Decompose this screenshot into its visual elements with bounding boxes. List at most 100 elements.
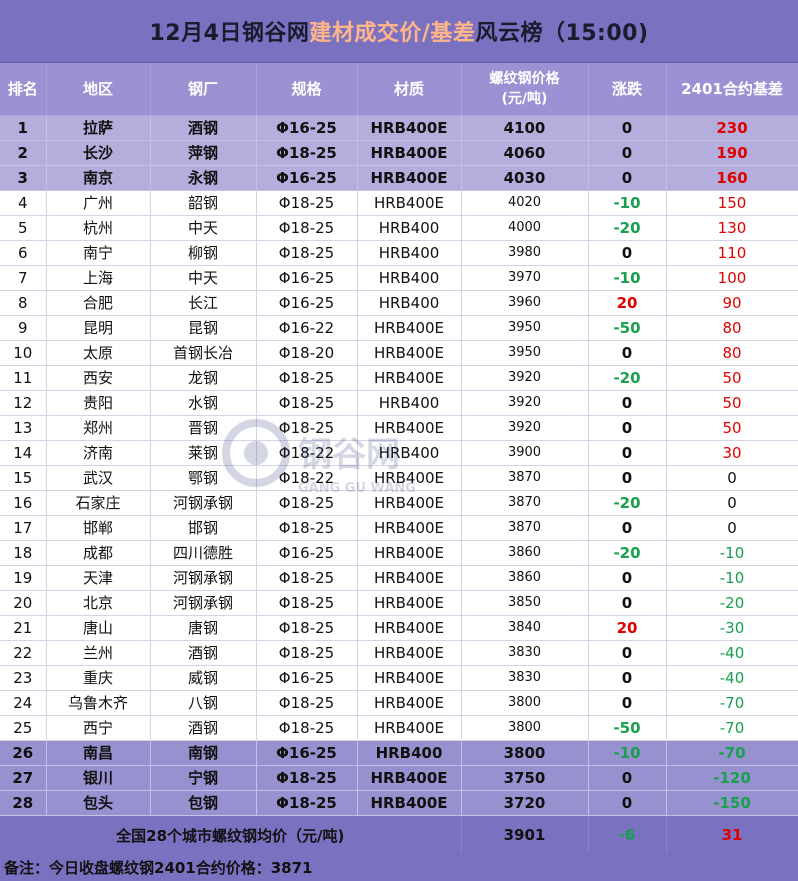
row-basis: 50: [666, 365, 798, 391]
table-row: 17 邯郸 邯钢 Φ18-25 HRB400E 3870 0 0: [0, 515, 798, 541]
row-change: -20: [588, 540, 667, 566]
row-rank: 18: [0, 540, 47, 566]
row-change: 0: [588, 390, 667, 416]
row-grade: HRB400E: [357, 190, 462, 216]
table-row: 27 银川 宁钢 Φ18-25 HRB400E 3750 0 -120: [0, 765, 798, 791]
row-mill: 长江: [150, 290, 257, 316]
row-rank: 11: [0, 365, 47, 391]
row-mill: 酒钢: [150, 115, 257, 141]
row-grade: HRB400E: [357, 565, 462, 591]
table-row: 2 长沙 萍钢 Φ18-25 HRB400E 4060 0 190: [0, 140, 798, 166]
row-city: 长沙: [46, 140, 151, 166]
row-basis: 0: [666, 490, 798, 516]
row-city: 广州: [46, 190, 151, 216]
row-rank: 20: [0, 590, 47, 616]
row-spec: Φ18-20: [256, 340, 358, 366]
row-rank: 8: [0, 290, 47, 316]
row-price: 3950: [461, 315, 589, 341]
table-row: 11 西安 龙钢 Φ18-25 HRB400E 3920 -20 50: [0, 365, 798, 391]
row-basis: -120: [666, 765, 798, 791]
row-change: 0: [588, 440, 667, 466]
row-grade: HRB400: [357, 740, 462, 766]
row-change: 0: [588, 640, 667, 666]
row-grade: HRB400E: [357, 515, 462, 541]
row-city: 包头: [46, 790, 151, 816]
row-grade: HRB400E: [357, 165, 462, 191]
row-mill: 中天: [150, 215, 257, 241]
row-city: 唐山: [46, 615, 151, 641]
header-rank: 排名: [0, 63, 47, 116]
row-rank: 26: [0, 740, 47, 766]
row-basis: -70: [666, 715, 798, 741]
summary-basis: 31: [666, 815, 798, 856]
row-spec: Φ18-25: [256, 765, 358, 791]
row-spec: Φ18-25: [256, 790, 358, 816]
row-city: 南昌: [46, 740, 151, 766]
row-grade: HRB400E: [357, 315, 462, 341]
table-row: 12 贵阳 水钢 Φ18-25 HRB400 3920 0 50: [0, 390, 798, 416]
table-row: 6 南宁 柳钢 Φ18-25 HRB400 3980 0 110: [0, 240, 798, 266]
row-price: 3870: [461, 515, 589, 541]
row-rank: 22: [0, 640, 47, 666]
row-mill: 酒钢: [150, 715, 257, 741]
row-mill: 南钢: [150, 740, 257, 766]
row-mill: 河钢承钢: [150, 590, 257, 616]
page-title: 12月4日钢谷网 建材成交价/基差 风云榜（15:00): [0, 0, 798, 63]
table-row: 21 唐山 唐钢 Φ18-25 HRB400E 3840 20 -30: [0, 615, 798, 641]
row-price: 3870: [461, 465, 589, 491]
row-change: 0: [588, 590, 667, 616]
row-grade: HRB400E: [357, 690, 462, 716]
row-mill: 河钢承钢: [150, 565, 257, 591]
row-basis: 0: [666, 515, 798, 541]
row-rank: 28: [0, 790, 47, 816]
row-price: 3980: [461, 240, 589, 266]
row-spec: Φ16-22: [256, 315, 358, 341]
row-city: 昆明: [46, 315, 151, 341]
table-row: 5 杭州 中天 Φ18-25 HRB400 4000 -20 130: [0, 215, 798, 241]
row-rank: 25: [0, 715, 47, 741]
row-change: 0: [588, 415, 667, 441]
row-city: 重庆: [46, 665, 151, 691]
row-price: 3830: [461, 640, 589, 666]
row-price: 3920: [461, 365, 589, 391]
row-city: 贵阳: [46, 390, 151, 416]
table-row: 18 成都 四川德胜 Φ16-25 HRB400E 3860 -20 -10: [0, 540, 798, 566]
row-city: 太原: [46, 340, 151, 366]
row-spec: Φ18-22: [256, 440, 358, 466]
row-spec: Φ18-25: [256, 390, 358, 416]
row-change: -50: [588, 715, 667, 741]
row-grade: HRB400E: [357, 365, 462, 391]
row-rank: 7: [0, 265, 47, 291]
row-rank: 19: [0, 565, 47, 591]
row-spec: Φ16-25: [256, 265, 358, 291]
row-grade: HRB400E: [357, 340, 462, 366]
row-city: 兰州: [46, 640, 151, 666]
row-rank: 5: [0, 215, 47, 241]
row-city: 成都: [46, 540, 151, 566]
table-row: 14 济南 莱钢 Φ18-22 HRB400 3900 0 30: [0, 440, 798, 466]
row-price: 3970: [461, 265, 589, 291]
row-price: 4000: [461, 215, 589, 241]
row-price: 3720: [461, 790, 589, 816]
row-spec: Φ18-22: [256, 465, 358, 491]
row-price: 3860: [461, 565, 589, 591]
row-basis: 190: [666, 140, 798, 166]
row-rank: 21: [0, 615, 47, 641]
header-price-text: 螺纹钢价格 (元/吨): [489, 70, 560, 107]
row-price: 4020: [461, 190, 589, 216]
row-price: 4100: [461, 115, 589, 141]
row-basis: 150: [666, 190, 798, 216]
row-change: 0: [588, 115, 667, 141]
row-price: 3840: [461, 615, 589, 641]
row-mill: 韶钢: [150, 190, 257, 216]
header-price: 螺纹钢价格 (元/吨): [461, 63, 589, 116]
price-ranking-table: 排名 地区 钢厂 规格 材质 螺纹钢价格 (元/吨) 涨跌 2401合约基差 1拉…: [0, 63, 798, 856]
row-mill: 宁钢: [150, 765, 257, 791]
row-mill: 邯钢: [150, 515, 257, 541]
table-row: 24 乌鲁木齐 八钢 Φ18-25 HRB400E 3800 0 -70: [0, 690, 798, 716]
row-price: 3870: [461, 490, 589, 516]
row-mill: 中天: [150, 265, 257, 291]
table-header-row: 排名 地区 钢厂 规格 材质 螺纹钢价格 (元/吨) 涨跌 2401合约基差: [0, 63, 798, 116]
row-basis: 100: [666, 265, 798, 291]
row-basis: -70: [666, 690, 798, 716]
